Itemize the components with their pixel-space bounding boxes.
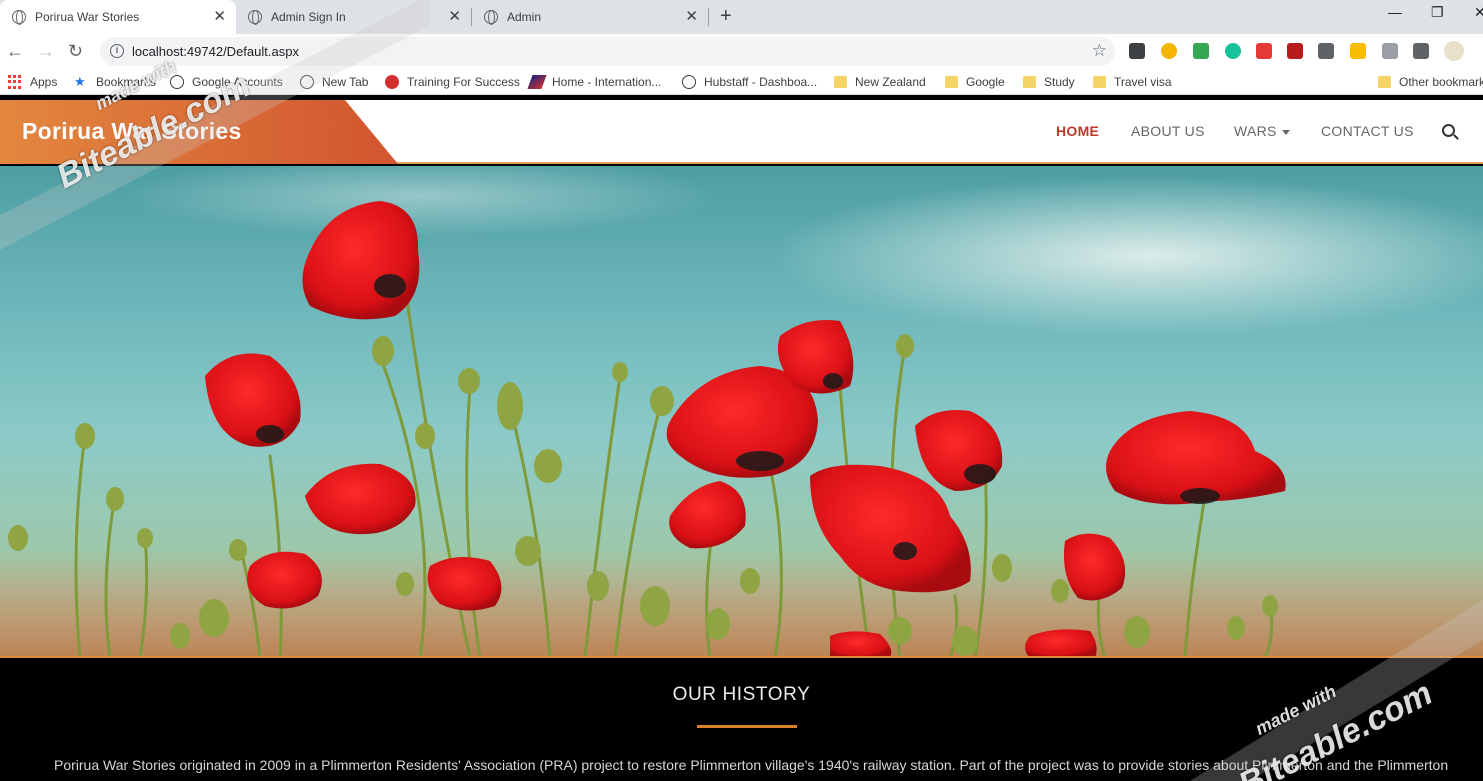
grammarly-extension-icon[interactable] (1225, 43, 1241, 59)
forward-arrow-icon[interactable]: → (37, 40, 55, 62)
nav-wars[interactable]: WARS (1234, 123, 1290, 139)
site-logo-link[interactable]: Porirua War Stories (22, 118, 242, 145)
browser-tab-strip: Porirua War Stories ✕ Admin Sign In ✕ Ad… (0, 0, 1483, 34)
bookmark-label: Hubstaff - Dashboa... (704, 75, 818, 89)
shield-extension-icon[interactable] (1318, 43, 1334, 59)
address-bar[interactable]: i localhost:49742/Default.aspx ☆ (100, 37, 1115, 66)
bookmark-new-tab[interactable]: New Tab (300, 75, 368, 89)
folder-icon (1378, 76, 1391, 88)
bookmark-apps[interactable]: Apps (8, 75, 57, 89)
close-tab-icon[interactable]: ✕ (448, 9, 461, 25)
caret-down-icon (1281, 129, 1290, 135)
nav-contact-us[interactable]: CONTACT US (1321, 123, 1414, 139)
tab-title: Admin Sign In (271, 10, 346, 24)
tab-separator (708, 8, 709, 26)
history-paragraph: Porirua War Stories originated in 2009 i… (54, 757, 1449, 773)
nav-home[interactable]: HOME (1056, 123, 1099, 139)
heading-underline (697, 725, 797, 728)
folder-icon (945, 76, 958, 88)
bookmark-bookmarks[interactable]: ★ Bookmarks (74, 74, 157, 90)
globe-icon (170, 75, 184, 89)
bookmark-other-bookmarks[interactable]: Other bookmarks (1378, 75, 1483, 89)
flipboard-extension-icon[interactable] (1256, 43, 1272, 59)
folder-icon (834, 76, 847, 88)
profile-avatar[interactable] (1444, 41, 1464, 61)
close-tab-icon[interactable]: ✕ (685, 9, 698, 25)
apps-grid-icon (8, 75, 22, 89)
tab-porirua-war-stories[interactable]: Porirua War Stories ✕ (0, 0, 236, 34)
gmail-extension-icon[interactable] (1129, 43, 1145, 59)
bookmark-star-icon[interactable]: ☆ (1092, 41, 1107, 61)
bookmark-travel-visa[interactable]: Travel visa (1093, 75, 1172, 89)
maximize-window-button[interactable]: ❐ (1431, 4, 1444, 21)
star-icon: ★ (74, 74, 86, 89)
pdf-extension-icon[interactable] (1287, 43, 1303, 59)
tab-title: Porirua War Stories (35, 10, 140, 24)
site-header: Porirua War Stories HOME ABOUT US WARS C… (0, 100, 1483, 164)
bookmark-label: Home - Internation... (552, 75, 662, 89)
our-history-section: OUR HISTORY Porirua War Stories originat… (0, 658, 1483, 781)
puzzle-extensions-icon[interactable] (1413, 43, 1429, 59)
bookmark-google-accounts[interactable]: Google Accounts (170, 75, 283, 89)
camera-extension-icon[interactable] (1382, 43, 1398, 59)
nav-wars-label: WARS (1234, 123, 1277, 139)
poppies-illustration (0, 166, 1483, 658)
bookmark-label: Training For Success (407, 75, 520, 89)
bookmark-study[interactable]: Study (1023, 75, 1075, 89)
back-arrow-icon[interactable]: ← (6, 40, 24, 62)
tab-admin-sign-in[interactable]: Admin Sign In ✕ (236, 0, 471, 34)
hero-poppies-image (0, 166, 1483, 658)
bookmark-label: Google Accounts (192, 75, 283, 89)
bookmark-label: Bookmarks (96, 75, 157, 89)
globe-icon (12, 10, 26, 25)
bookmark-hubstaff[interactable]: Hubstaff - Dashboa... (682, 75, 817, 89)
new-tab-button[interactable]: + (720, 5, 732, 27)
bookmark-label: Study (1044, 75, 1075, 89)
minimize-window-button[interactable]: — (1388, 4, 1402, 20)
url-text: localhost:49742/Default.aspx (132, 44, 299, 59)
bookmark-new-zealand[interactable]: New Zealand (834, 75, 926, 89)
bookmark-training-for-success[interactable]: Training For Success (385, 75, 520, 89)
home-brand-icon (527, 75, 547, 89)
plus-extension-icon[interactable] (1193, 43, 1209, 59)
browser-toolbar: ← → ↻ i localhost:49742/Default.aspx ☆ (0, 34, 1483, 69)
nav-about-us[interactable]: ABOUT US (1131, 123, 1205, 139)
close-tab-icon[interactable]: ✕ (213, 9, 226, 25)
bookmarks-bar: Apps ★ Bookmarks Google Accounts New Tab… (0, 69, 1483, 95)
globe-icon (300, 75, 314, 89)
globe-icon (682, 75, 696, 89)
globe-icon (484, 10, 498, 25)
bell-extension-icon[interactable] (1350, 43, 1366, 59)
globe-icon (248, 10, 262, 25)
tab-title: Admin (507, 10, 542, 24)
close-window-button[interactable]: ✕ (1474, 4, 1483, 21)
bookmark-label: Apps (30, 75, 58, 89)
bookmark-google[interactable]: Google (945, 75, 1005, 89)
history-heading: OUR HISTORY (672, 684, 811, 705)
bookmark-label: Google (966, 75, 1005, 89)
sun-extension-icon[interactable] (1161, 43, 1177, 59)
folder-icon (1023, 76, 1036, 88)
reload-icon[interactable]: ↻ (68, 40, 83, 62)
search-icon[interactable] (1442, 124, 1455, 137)
bookmark-label: New Zealand (855, 75, 926, 89)
bookmark-home-international[interactable]: Home - Internation... (527, 75, 662, 89)
training-brand-icon (385, 75, 399, 89)
bookmark-label: Other bookmarks (1399, 75, 1483, 89)
tab-admin[interactable]: Admin ✕ (472, 0, 708, 34)
site-info-icon[interactable]: i (110, 44, 124, 58)
folder-icon (1093, 76, 1106, 88)
bookmark-label: Travel visa (1114, 75, 1172, 89)
bookmark-label: New Tab (322, 75, 369, 89)
